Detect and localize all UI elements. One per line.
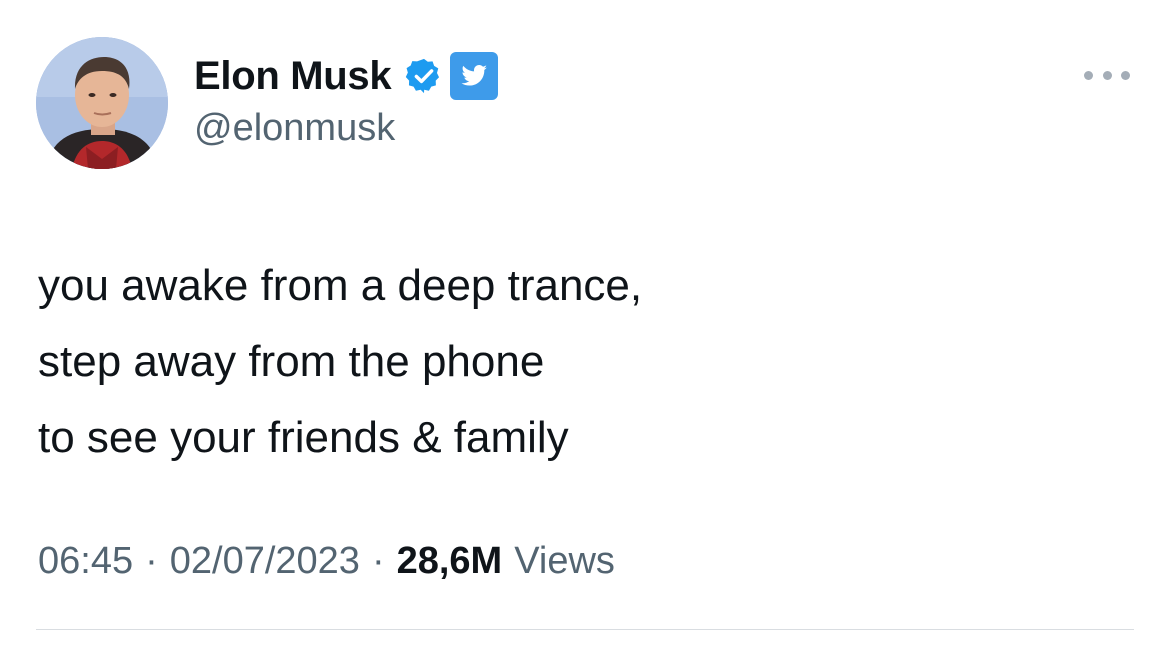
avatar-image xyxy=(36,37,168,169)
more-dot xyxy=(1102,70,1112,80)
more-options-icon[interactable] xyxy=(1084,62,1130,88)
tweet-time[interactable]: 06:45 xyxy=(38,540,133,583)
author-handle[interactable]: @elonmusk xyxy=(194,107,395,150)
more-dot xyxy=(1121,70,1130,80)
tweet-meta: 06:45 · 02/07/2023 · 28,6M Views xyxy=(38,540,615,583)
tweet-text: you awake from a deep trance, step away … xyxy=(38,248,642,476)
avatar[interactable] xyxy=(36,37,168,169)
more-dot xyxy=(1084,70,1093,80)
tweet-date[interactable]: 02/07/2023 xyxy=(170,540,360,583)
meta-separator: · xyxy=(145,540,158,582)
tweet-text-line: you awake from a deep trance, xyxy=(38,261,643,310)
tweet-text-line: step away from the phone xyxy=(38,337,545,386)
divider xyxy=(36,629,1134,630)
views-count[interactable]: 28,6M xyxy=(397,540,503,583)
tweet-text-line: to see your friends & family xyxy=(38,413,569,462)
meta-separator: · xyxy=(371,540,385,582)
views-label: Views xyxy=(514,540,615,582)
author-name-row: Elon Musk xyxy=(194,50,499,102)
author-display-name[interactable]: Elon Musk xyxy=(194,54,392,99)
twitter-bird-icon xyxy=(450,52,499,100)
verified-badge-icon xyxy=(406,58,440,94)
